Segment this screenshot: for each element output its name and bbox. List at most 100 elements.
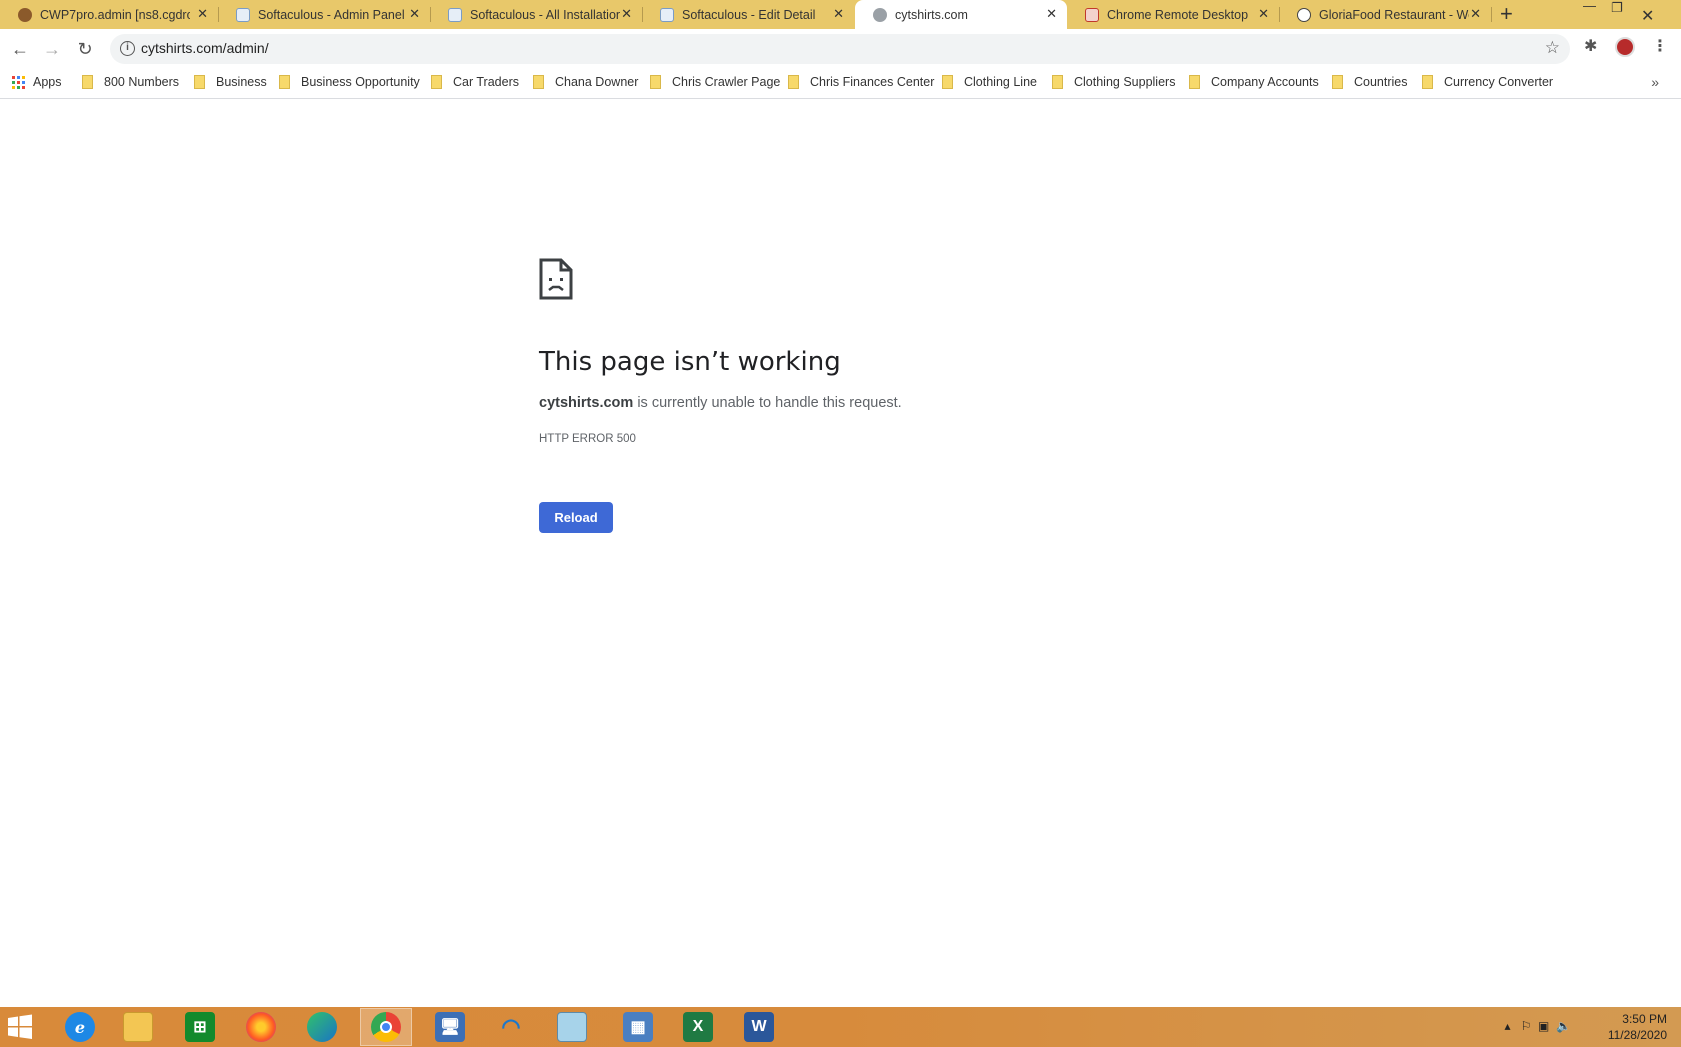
- close-icon[interactable]: ✕: [1258, 7, 1269, 21]
- control-panel-icon: ▦: [623, 1012, 653, 1042]
- bookmark-folder[interactable]: Countries: [1332, 75, 1408, 89]
- extensions-puzzle-icon[interactable]: ✱: [1584, 36, 1597, 56]
- bookmark-folder[interactable]: Chana Downer: [533, 75, 638, 89]
- bookmark-folder[interactable]: Business Opportunity: [279, 75, 420, 89]
- profile-avatar[interactable]: [1615, 37, 1635, 57]
- bookmark-label: Chris Crawler Page: [672, 75, 781, 89]
- cwp-icon: [18, 7, 32, 22]
- tab-gloriafood[interactable]: GloriaFood Restaurant - Wo ✕: [1279, 0, 1492, 29]
- minimize-icon[interactable]: —: [1583, 0, 1596, 13]
- tab-softaculous-edit[interactable]: Softaculous - Edit Detail ✕: [642, 0, 854, 29]
- back-arrow-icon[interactable]: ←: [8, 37, 32, 61]
- close-icon[interactable]: ✕: [1046, 7, 1057, 21]
- taskbar-chrome[interactable]: [360, 1008, 412, 1046]
- tab-cwp[interactable]: CWP7pro.admin [ns8.cgdro ✕: [0, 0, 219, 29]
- tab-softaculous-admin[interactable]: Softaculous - Admin Panel ✕: [218, 0, 431, 29]
- clock-time: 3:50 PM: [1622, 1012, 1667, 1026]
- bookmark-label: Company Accounts: [1211, 75, 1319, 89]
- menu-kebab-icon[interactable]: ⋮: [1652, 36, 1668, 56]
- remote-desktop-icon: [1085, 7, 1099, 22]
- taskbar-internet-explorer[interactable]: e: [54, 1008, 106, 1046]
- internet-explorer-icon: e: [65, 1012, 95, 1042]
- tab-separator: [1491, 7, 1492, 22]
- close-icon[interactable]: ✕: [409, 7, 420, 21]
- forward-arrow-icon[interactable]: →: [40, 37, 64, 61]
- tab-chrome-remote-desktop[interactable]: Chrome Remote Desktop ✕: [1067, 0, 1280, 29]
- address-bar[interactable]: i cytshirts.com/admin/ ☆: [110, 34, 1570, 64]
- reload-button[interactable]: Reload: [539, 502, 613, 533]
- browser-toolbar: ← → ↻ i cytshirts.com/admin/ ☆ ✱ ⋮: [0, 29, 1681, 69]
- clock-date: 11/28/2020: [1607, 1028, 1667, 1042]
- taskbar-network-computer[interactable]: 🖥: [424, 1008, 476, 1046]
- folder-icon: [533, 75, 544, 89]
- tab-title: CWP7pro.admin [ns8.cgdro: [40, 7, 190, 22]
- taskbar-wifi[interactable]: ◠: [485, 1008, 537, 1046]
- network-computer-icon: 🖥: [435, 1012, 465, 1042]
- url-text[interactable]: cytshirts.com/admin/: [141, 40, 269, 56]
- folder-icon: [194, 75, 205, 89]
- bookmark-label: Business Opportunity: [301, 75, 420, 89]
- bookmark-label: 800 Numbers: [104, 75, 180, 89]
- error-page: This page isn’t working cytshirts.com is…: [0, 100, 1681, 1007]
- softaculous-icon: [660, 7, 674, 22]
- taskbar-edge[interactable]: [296, 1008, 348, 1046]
- flag-icon[interactable]: ⚐: [1521, 1019, 1532, 1033]
- wordpress-icon: [1297, 7, 1311, 22]
- network-icon[interactable]: ▣: [1538, 1019, 1549, 1033]
- taskbar-firefox[interactable]: [235, 1008, 287, 1046]
- bookmark-star-icon[interactable]: ☆: [1545, 38, 1560, 58]
- new-tab-button[interactable]: +: [1500, 3, 1513, 25]
- bookmark-folder[interactable]: Car Traders: [431, 75, 519, 89]
- taskbar-notepad[interactable]: [546, 1008, 598, 1046]
- taskbar-control-panel[interactable]: ▦: [612, 1008, 664, 1046]
- restore-icon[interactable]: ❐: [1611, 0, 1623, 16]
- taskbar-store[interactable]: ⊞: [174, 1008, 226, 1046]
- error-domain: cytshirts.com: [539, 395, 634, 411]
- folder-icon: [1052, 75, 1063, 89]
- folder-icon: [82, 75, 93, 89]
- bookmark-folder[interactable]: 800 Numbers: [82, 75, 179, 89]
- bookmark-folder[interactable]: Clothing Suppliers: [1052, 75, 1175, 89]
- bookmarks-overflow-icon[interactable]: »: [1651, 74, 1659, 90]
- bookmark-folder[interactable]: Business: [194, 75, 267, 89]
- windows-start-icon[interactable]: [6, 1013, 34, 1041]
- tab-softaculous-installations[interactable]: Softaculous - All Installation ✕: [430, 0, 643, 29]
- bookmark-label: Clothing Line: [964, 75, 1037, 89]
- system-tray[interactable]: ▴ ⚐ ▣ 🔈: [1505, 1019, 1571, 1033]
- tray-chevron-up-icon[interactable]: ▴: [1505, 1019, 1511, 1033]
- bookmark-folder[interactable]: Chris Crawler Page: [650, 75, 780, 89]
- softaculous-icon: [448, 7, 462, 22]
- bookmark-label: Chana Downer: [555, 75, 639, 89]
- bookmark-label: Apps: [33, 75, 62, 89]
- bookmark-label: Chris Finances Center: [810, 75, 935, 89]
- bookmark-label: Countries: [1354, 75, 1408, 89]
- close-icon[interactable]: ✕: [197, 7, 208, 21]
- close-icon[interactable]: ✕: [1470, 7, 1481, 21]
- taskbar-word[interactable]: W: [733, 1008, 785, 1046]
- reload-icon[interactable]: ↻: [73, 37, 97, 61]
- taskbar-excel[interactable]: X: [672, 1008, 724, 1046]
- bookmark-apps[interactable]: Apps: [12, 75, 62, 89]
- volume-icon[interactable]: 🔈: [1556, 1019, 1571, 1033]
- notepad-icon: [557, 1012, 587, 1042]
- bookmark-folder[interactable]: Company Accounts: [1189, 75, 1319, 89]
- tab-title: Softaculous - Admin Panel: [258, 7, 405, 22]
- close-icon[interactable]: ✕: [833, 7, 844, 21]
- folder-icon: [279, 75, 290, 89]
- folder-icon: [1332, 75, 1343, 89]
- sad-page-icon: [539, 258, 573, 300]
- bookmark-folder[interactable]: Chris Finances Center: [788, 75, 934, 89]
- tab-cytshirts[interactable]: cytshirts.com ✕: [855, 0, 1067, 29]
- error-code: HTTP ERROR 500: [539, 433, 636, 445]
- site-info-icon[interactable]: i: [120, 41, 135, 56]
- folder-icon: [788, 75, 799, 89]
- bookmark-folder[interactable]: Clothing Line: [942, 75, 1037, 89]
- taskbar-file-explorer[interactable]: [112, 1008, 164, 1046]
- edge-icon: [307, 1012, 337, 1042]
- globe-icon: [873, 7, 887, 22]
- softaculous-icon: [236, 7, 250, 22]
- window-close-icon[interactable]: ✕: [1641, 6, 1654, 26]
- system-clock[interactable]: 3:50 PM 11/28/2020: [1608, 1011, 1667, 1043]
- close-icon[interactable]: ✕: [621, 7, 632, 21]
- bookmark-folder[interactable]: Currency Converter: [1422, 75, 1553, 89]
